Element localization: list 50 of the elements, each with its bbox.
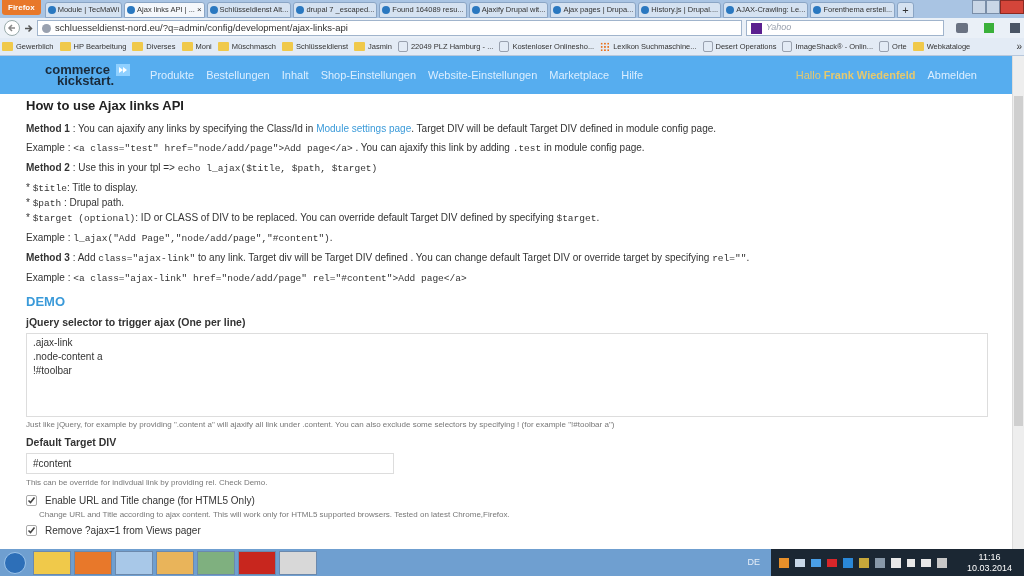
help-paragraph: Method 3 : Add class="ajax-link" to any link. Target div will be Target DIV defined . You can change default Target DIV or override target by specifying rel="". (26, 250, 751, 265)
help-paragraph: Method 2 : Use this in your tpl => echo l_ajax($title, $path, $target) (26, 160, 379, 175)
globe-icon (726, 6, 735, 14)
checkbox[interactable] (26, 524, 37, 536)
scrollbar[interactable] (1012, 56, 1024, 549)
help-paragraph: Example : <a class="ajax-link" href="node/add/page" rel="#content">Add page</a> (26, 270, 468, 285)
start-orb-icon[interactable] (4, 551, 26, 574)
help-paragraph: Example : l_ajax("Add Page","node/add/page","#content"). (26, 230, 334, 245)
checkbox-description: Change URL and Title according to ajax content. This will work only for HTML5 supported browsers. Tested on latest Chrome,Firefox. (38, 508, 511, 521)
checkbox-label: Enable URL and Title change (for HTML5 Only) (45, 493, 255, 508)
tray-icons-drawing[interactable] (770, 549, 955, 576)
field-hint: This can be override for indivdual link by providing rel. Check Demo. (26, 476, 269, 489)
help-paragraph: Example : <a class="test" href="node/add/page">Add page</a> . You can ajaxify this link by adding .test in module config page. (26, 140, 646, 155)
grid-icon (600, 41, 611, 52)
target-input[interactable]: #content (26, 452, 394, 474)
globe-icon (471, 6, 480, 14)
page-heading: How to use Ajax links API (26, 97, 185, 115)
help-paragraph: * $path : Drupal path. (26, 195, 125, 210)
help-paragraph: Method 1 : You can ajaxify any links by specifying the Class/Id in Module settings page. Target DIV will be default Target DIV defined in module config page. (26, 121, 718, 135)
globe-icon (127, 6, 136, 14)
field-hint: Just like jQuery, for example by providing ".content a" will ajaxify all link under .content. You can also exclude some selectors by specifying ! (for example "!#toolbar a") (26, 418, 616, 431)
checkbox-label: Remove ?ajax=1 from Views pager (45, 523, 201, 538)
demo-heading: DEMO (26, 292, 66, 311)
clock[interactable]: 11:16 10.03.2014 (954, 549, 1024, 576)
new-tab-button[interactable]: + (897, 2, 914, 18)
page-icon (397, 41, 408, 52)
forward-arrow-icon[interactable] (24, 23, 33, 33)
help-paragraph: * $target (optional): ID or CLASS of DIV to be replaced. You can override default Target DIV defined by specifying $target. (26, 210, 601, 225)
close-icon[interactable]: × (196, 4, 202, 16)
more-bookmarks-icon[interactable]: » (1016, 39, 1022, 54)
selector-textarea[interactable]: .ajax-link .node-content a !#toolbar (26, 332, 988, 417)
checkbox[interactable] (26, 494, 37, 506)
help-paragraph: * $title: Title to display. (26, 180, 139, 195)
page-icon (702, 41, 713, 52)
globe-icon (641, 6, 650, 14)
field-label: jQuery selector to trigger ajax (One per line) (26, 315, 247, 330)
globe-icon (553, 6, 562, 14)
page-icon (499, 41, 510, 52)
window-controls-drawing[interactable] (972, 0, 1024, 14)
globe-icon (813, 6, 822, 14)
fast-forward-icon (116, 64, 131, 76)
globe-icon (209, 6, 218, 14)
globe-icon (296, 6, 305, 14)
field-label: Default Target DIV (26, 434, 118, 450)
site-logo[interactable]: commerce kickstart. (45, 64, 131, 86)
page-icon (782, 41, 793, 52)
address-field[interactable]: schluesseldienst-nord.eu/?q=admin/config/development/ajax-links-api (37, 20, 742, 36)
globe-icon (382, 6, 391, 14)
page-icon (879, 41, 890, 52)
greeting-text: Hallo Frank Wiedenfeld (795, 67, 916, 83)
